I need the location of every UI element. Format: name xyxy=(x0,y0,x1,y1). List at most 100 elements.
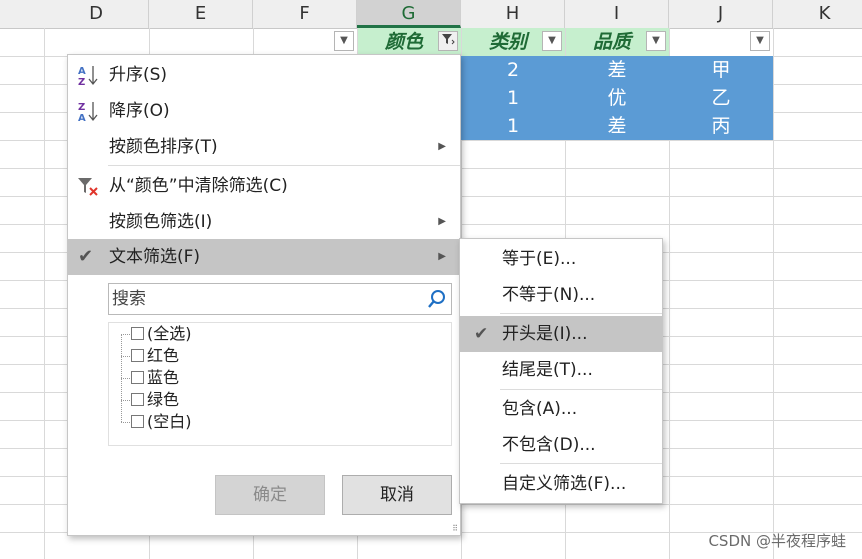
sort-z-a-icon: Z A xyxy=(78,102,98,123)
list-item[interactable]: 绿色 xyxy=(131,389,179,411)
checkbox[interactable] xyxy=(131,349,144,362)
filter-dropdown-f[interactable]: ▼ xyxy=(334,31,354,51)
begins-with-item[interactable]: ✔ 开头是(I)... xyxy=(460,316,662,352)
search-placeholder: 搜索 xyxy=(112,289,146,309)
tree-line xyxy=(121,334,130,336)
list-item-select-all[interactable]: (全选) xyxy=(131,323,192,345)
clear-filter-icon xyxy=(78,178,98,196)
tree-line xyxy=(121,378,130,380)
table-row[interactable]: 2 差 甲 xyxy=(461,56,773,84)
header-category-label: 类别 xyxy=(489,31,528,53)
column-header-bar: D E F G H I J K xyxy=(0,0,862,29)
sort-ascending-item[interactable]: A Z 升序(S) xyxy=(68,57,460,93)
submenu-arrow-icon: ▶ xyxy=(438,141,446,152)
filter-by-color-item[interactable]: 按颜色筛选(I) ▶ xyxy=(68,204,460,240)
svg-text:Z: Z xyxy=(78,77,85,87)
grid-line xyxy=(44,28,45,559)
cell-i[interactable]: 差 xyxy=(565,112,669,140)
checkbox[interactable] xyxy=(131,415,144,428)
sort-a-z-icon: A Z xyxy=(78,66,98,87)
not-equals-item[interactable]: 不等于(N)... xyxy=(460,277,662,313)
grid-line xyxy=(773,28,774,559)
chevron-down-icon: ▼ xyxy=(652,35,660,46)
chevron-down-icon: ▼ xyxy=(340,35,348,46)
not-equals-label: 不等于(N)... xyxy=(502,285,596,305)
list-item-label: (全选) xyxy=(147,324,192,343)
cell-j[interactable]: 丙 xyxy=(669,112,773,140)
list-item-label: (空白) xyxy=(147,412,192,431)
cell-h[interactable]: 2 xyxy=(461,56,565,84)
menu-divider xyxy=(500,389,662,390)
list-item-label: 红色 xyxy=(147,346,180,365)
column-header-f[interactable]: F xyxy=(253,0,357,28)
watermark: CSDN @半夜程序蛙 xyxy=(708,532,846,550)
submenu-arrow-icon: ▶ xyxy=(438,251,446,262)
not-contains-item[interactable]: 不包含(D)... xyxy=(460,427,662,463)
checkbox[interactable] xyxy=(131,393,144,406)
svg-text:Z: Z xyxy=(78,102,85,113)
cell-j[interactable]: 乙 xyxy=(669,84,773,112)
custom-filter-label: 自定义筛选(F)... xyxy=(502,474,627,494)
filter-funnel-icon xyxy=(442,34,455,45)
cell-j[interactable]: 甲 xyxy=(669,56,773,84)
begins-with-label: 开头是(I)... xyxy=(502,324,588,344)
ends-with-label: 结尾是(T)... xyxy=(502,360,593,380)
filter-dropdown-j[interactable]: ▼ xyxy=(750,31,770,51)
sort-descending-label: 降序(O) xyxy=(109,101,170,121)
filter-dropdown-i[interactable]: ▼ xyxy=(646,31,666,51)
sort-ascending-label: 升序(S) xyxy=(109,65,168,85)
column-header-j[interactable]: J xyxy=(669,0,773,28)
filter-dropdown-h[interactable]: ▼ xyxy=(542,31,562,51)
custom-filter-item[interactable]: 自定义筛选(F)... xyxy=(460,466,662,502)
cell-i[interactable]: 优 xyxy=(565,84,669,112)
chevron-down-icon: ▼ xyxy=(756,35,764,46)
column-header-d[interactable]: D xyxy=(44,0,149,28)
list-item-label: 蓝色 xyxy=(147,368,180,387)
tree-line xyxy=(121,356,130,358)
clear-filter-item[interactable]: 从“颜色”中清除筛选(C) xyxy=(68,168,460,204)
autofilter-menu: A Z 升序(S) Z A 降序(O) 按颜色排序(T) ▶ 从“颜色”中清除筛… xyxy=(67,54,461,536)
cell-h[interactable]: 1 xyxy=(461,112,565,140)
search-input[interactable]: 搜索 xyxy=(108,283,452,315)
column-header-k[interactable]: K xyxy=(773,0,862,28)
list-item[interactable]: (空白) xyxy=(131,411,192,433)
contains-label: 包含(A)... xyxy=(502,399,578,419)
table-row[interactable]: 1 差 丙 xyxy=(461,112,773,140)
filter-by-color-label: 按颜色筛选(I) xyxy=(109,212,213,232)
cell-i[interactable]: 差 xyxy=(565,56,669,84)
list-item-label: 绿色 xyxy=(147,390,180,409)
not-contains-label: 不包含(D)... xyxy=(502,435,596,455)
column-header-g[interactable]: G xyxy=(357,0,461,28)
checkmark-icon: ✔ xyxy=(474,324,489,344)
ok-button[interactable]: 确定 xyxy=(215,475,325,515)
list-item[interactable]: 蓝色 xyxy=(131,367,179,389)
search-icon[interactable] xyxy=(427,289,447,309)
resize-grip-icon[interactable]: ⠿ xyxy=(452,524,458,533)
menu-divider xyxy=(500,463,662,464)
text-filter-label: 文本筛选(F) xyxy=(109,247,201,267)
table-row[interactable]: 1 优 乙 xyxy=(461,84,773,112)
chevron-down-icon: ▼ xyxy=(548,35,556,46)
svg-text:A: A xyxy=(78,66,86,77)
ends-with-item[interactable]: 结尾是(T)... xyxy=(460,352,662,388)
filter-value-list[interactable]: (全选) 红色 蓝色 绿色 (空白) xyxy=(108,322,452,446)
column-header-e[interactable]: E xyxy=(149,0,253,28)
checkbox[interactable] xyxy=(131,327,144,340)
list-item[interactable]: 红色 xyxy=(131,345,179,367)
equals-item[interactable]: 等于(E)... xyxy=(460,241,662,277)
checkbox[interactable] xyxy=(131,371,144,384)
contains-item[interactable]: 包含(A)... xyxy=(460,391,662,427)
cell-h[interactable]: 1 xyxy=(461,84,565,112)
tree-line xyxy=(121,422,130,424)
equals-label: 等于(E)... xyxy=(502,249,577,269)
column-header-i[interactable]: I xyxy=(565,0,669,28)
column-header-h[interactable]: H xyxy=(461,0,565,28)
text-filter-submenu: 等于(E)... 不等于(N)... ✔ 开头是(I)... 结尾是(T)...… xyxy=(459,238,663,504)
submenu-arrow-icon: ▶ xyxy=(438,216,446,227)
cancel-button[interactable]: 取消 xyxy=(342,475,452,515)
sort-by-color-item[interactable]: 按颜色排序(T) ▶ xyxy=(68,129,460,165)
text-filter-item[interactable]: ✔ 文本筛选(F) ▶ xyxy=(68,239,460,275)
sort-descending-item[interactable]: Z A 降序(O) xyxy=(68,93,460,129)
menu-divider xyxy=(108,165,460,166)
filter-dropdown-g-active[interactable] xyxy=(438,31,458,51)
